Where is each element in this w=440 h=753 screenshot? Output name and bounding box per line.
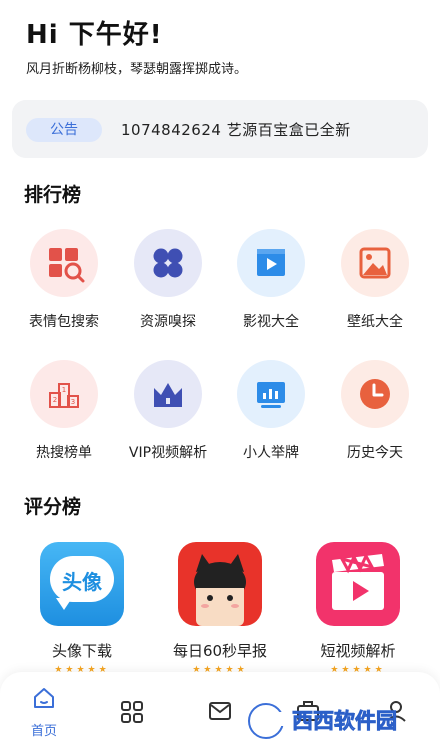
daily-news-app-icon bbox=[178, 542, 262, 626]
rating-app-label: 头像下载 bbox=[51, 642, 112, 660]
svg-text:3: 3 bbox=[71, 398, 75, 406]
ranking-item-movies[interactable]: 影视大全 bbox=[219, 229, 323, 331]
clover-icon bbox=[134, 229, 202, 297]
ranking-item-label: 壁纸大全 bbox=[347, 314, 403, 330]
podium-icon: 1 2 3 bbox=[30, 360, 98, 428]
ranking-item-label: 表情包搜索 bbox=[29, 314, 99, 330]
ranking-item-resource-sniff[interactable]: 资源嗅探 bbox=[116, 229, 220, 331]
rating-app-avatar-download[interactable]: 头像 头像下载 ★★★★★ bbox=[12, 542, 152, 675]
tab-home-label: 首页 bbox=[30, 724, 57, 739]
ranking-item-emoji-search[interactable]: 表情包搜索 bbox=[12, 229, 116, 331]
emoji-search-icon bbox=[30, 229, 98, 297]
rating-app-daily-news[interactable]: 每日60秒早报 ★★★★★ bbox=[150, 542, 290, 675]
rating-app-short-video[interactable]: 短视频解析 ★★★★★ bbox=[288, 542, 428, 675]
ranking-item-hot-search[interactable]: 1 2 3 热搜榜单 bbox=[12, 360, 116, 462]
ranking-item-history-today[interactable]: 历史今天 bbox=[323, 360, 427, 462]
greeting-title: Hi 下午好! bbox=[26, 20, 163, 50]
ranking-item-label: VIP视频解析 bbox=[128, 445, 208, 461]
ranking-item-label: 热搜榜单 bbox=[36, 445, 92, 461]
svg-text:2: 2 bbox=[53, 396, 57, 404]
svg-text:1: 1 bbox=[62, 386, 66, 394]
greeting-subtitle: 风月折断杨柳枝，琴瑟朝露挥掷成诗。 bbox=[26, 62, 248, 77]
crown-icon bbox=[134, 360, 202, 428]
notice-tag: 公告 bbox=[26, 118, 102, 142]
tab-home[interactable]: 首页 bbox=[14, 686, 74, 739]
ranking-item-label: 影视大全 bbox=[243, 314, 299, 330]
chart-board-icon bbox=[237, 360, 305, 428]
mail-icon bbox=[209, 702, 231, 720]
watermark-brand: 西西软件园 bbox=[292, 709, 397, 733]
ranking-item-label: 资源嗅探 bbox=[140, 314, 196, 330]
tab-messages[interactable] bbox=[190, 700, 250, 726]
grid-icon bbox=[121, 701, 143, 723]
rating-section-title: 评分榜 bbox=[24, 496, 82, 518]
clock-icon bbox=[341, 360, 409, 428]
avatar-app-icon: 头像 bbox=[40, 542, 124, 626]
watermark-domain: CR173.COM bbox=[366, 734, 414, 743]
wallpaper-icon bbox=[341, 229, 409, 297]
ranking-item-label: 历史今天 bbox=[347, 445, 403, 461]
home-icon bbox=[34, 688, 54, 708]
rating-app-label: 短视频解析 bbox=[320, 642, 396, 660]
ranking-item-sign-board[interactable]: 小人举牌 bbox=[219, 360, 323, 462]
tab-apps[interactable] bbox=[102, 700, 162, 728]
notice-text: 群：1074842624 艺源百宝盒已全新 bbox=[90, 121, 351, 139]
site-watermark-logo: 西西软件园 CR173.COM bbox=[246, 696, 436, 746]
notice-bar[interactable]: 群：1074842624 艺源百宝盒已全新 公告 bbox=[12, 100, 428, 158]
ranking-section-title: 排行榜 bbox=[24, 184, 82, 206]
video-play-icon bbox=[237, 229, 305, 297]
ranking-item-label: 小人举牌 bbox=[243, 445, 299, 461]
avatar-app-icon-text: 头像 bbox=[62, 570, 102, 594]
short-video-app-icon bbox=[316, 542, 400, 626]
ranking-item-vip-video[interactable]: VIP视频解析 bbox=[116, 360, 220, 462]
rating-app-label: 每日60秒早报 bbox=[172, 642, 268, 660]
ranking-item-wallpapers[interactable]: 壁纸大全 bbox=[323, 229, 427, 331]
